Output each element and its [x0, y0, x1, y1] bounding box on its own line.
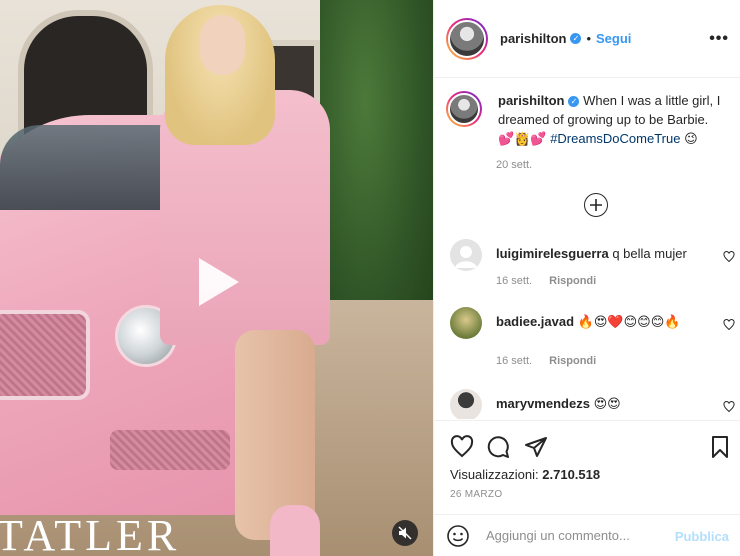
separator-dot: •: [586, 31, 592, 46]
commenter-username[interactable]: badiee.javad: [496, 314, 574, 329]
views-label: Visualizzazioni:: [450, 467, 539, 482]
load-more-comments-button[interactable]: [584, 193, 608, 217]
reply-button[interactable]: Rispondi: [549, 275, 596, 287]
commenter-avatar[interactable]: [450, 389, 482, 419]
comment-meta: 16 sett. Rispondi: [496, 355, 610, 367]
play-icon: [199, 258, 239, 306]
caption-hashtag[interactable]: #DreamsDoComeTrue: [550, 131, 680, 146]
post-header: parishilton ✓ • Segui •••: [434, 0, 740, 78]
commenter-username[interactable]: luigimirelesguerra: [496, 246, 609, 261]
like-heart-icon[interactable]: [450, 435, 474, 459]
speaker-muted-icon: [398, 526, 412, 540]
play-button[interactable]: [185, 252, 245, 312]
more-options-icon[interactable]: •••: [709, 30, 729, 48]
comment-age: 16 sett.: [496, 355, 533, 367]
default-avatar-icon: [455, 246, 477, 268]
post-caption: parishilton ✓ When I was a little girl, I…: [446, 91, 736, 148]
caption-text: parishilton ✓ When I was a little girl, I…: [498, 91, 734, 148]
car-grille: [0, 310, 90, 400]
publish-button[interactable]: Pubblica: [675, 529, 729, 544]
mute-button[interactable]: [392, 520, 418, 546]
views-number: 2.710.518: [542, 467, 601, 482]
comment-text: q bella mujer: [612, 246, 687, 261]
comments-section[interactable]: parishilton ✓ When I was a little girl, I…: [434, 79, 740, 419]
comment-body: maryvmendezs 😍😍: [496, 395, 716, 413]
background-plants: [320, 0, 433, 340]
caption-username[interactable]: parishilton: [498, 93, 564, 108]
commenter-avatar[interactable]: [450, 239, 482, 271]
author-username[interactable]: parishilton: [500, 31, 566, 46]
commenter-username[interactable]: maryvmendezs: [496, 396, 590, 411]
person-face: [200, 15, 245, 75]
post-media[interactable]: TATLER: [0, 0, 433, 556]
commenter-avatar[interactable]: [450, 307, 482, 339]
verified-badge-icon: ✓: [568, 96, 580, 108]
like-comment-heart-icon[interactable]: [723, 319, 735, 331]
comment-body: luigimirelesguerra q bella mujer: [496, 245, 716, 263]
add-comment-bar: Pubblica: [434, 514, 740, 556]
author-info: parishilton ✓ • Segui: [500, 31, 631, 46]
caption-tail-emoji: 😉: [684, 131, 698, 146]
comment-body: badiee.javad 🔥😍❤️😊😊😊🔥: [496, 313, 716, 331]
like-comment-heart-icon[interactable]: [723, 401, 735, 413]
caption-age: 20 sett.: [496, 159, 533, 171]
verified-badge-icon: ✓: [570, 33, 582, 44]
comment-bubble-icon[interactable]: [486, 435, 510, 459]
post-panel: parishilton ✓ • Segui ••• parishilton ✓ W…: [433, 0, 740, 556]
comment-text: 😍😍: [593, 396, 621, 411]
comment-input[interactable]: [486, 528, 676, 543]
comment-meta: 16 sett. Rispondi: [496, 275, 610, 287]
person-shoe: [270, 505, 320, 556]
author-avatar[interactable]: [446, 17, 488, 60]
post-date[interactable]: 26 MARZO: [450, 489, 502, 500]
comment-age: 16 sett.: [496, 275, 533, 287]
caption-author-avatar[interactable]: [446, 91, 482, 127]
comment-text: 🔥😍❤️😊😊😊🔥: [577, 314, 681, 329]
like-comment-heart-icon[interactable]: [723, 251, 735, 263]
caption-emojis: 💕👸💕: [498, 131, 547, 146]
reply-button[interactable]: Rispondi: [549, 355, 596, 367]
follow-button[interactable]: Segui: [596, 31, 631, 46]
share-paper-plane-icon[interactable]: [524, 435, 548, 459]
magazine-logo: TATLER: [0, 511, 181, 556]
views-count[interactable]: Visualizzazioni: 2.710.518: [450, 467, 600, 482]
save-bookmark-icon[interactable]: [708, 435, 732, 459]
plus-icon: [590, 199, 602, 211]
emoji-picker-icon[interactable]: [446, 524, 470, 548]
post-actions: Visualizzazioni: 2.710.518 26 MARZO: [434, 420, 740, 508]
car-lower-grille: [110, 430, 230, 470]
